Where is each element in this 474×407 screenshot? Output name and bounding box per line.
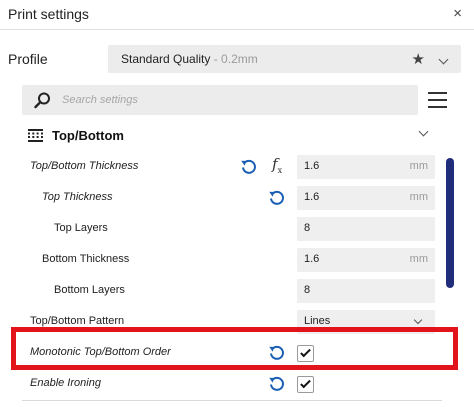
section-top-bottom[interactable]: Top/Bottom — [22, 122, 442, 150]
top-thickness-input[interactable]: 1.6 mm — [297, 186, 435, 210]
enable-ironing-checkbox[interactable] — [297, 376, 314, 393]
setting-label: Bottom Layers — [54, 284, 125, 296]
title-bar: Print settings × — [0, 0, 474, 30]
chevron-down-icon — [413, 315, 423, 325]
search-box[interactable] — [22, 85, 418, 115]
search-icon — [34, 92, 50, 109]
setting-label: Top Thickness — [42, 191, 113, 203]
list-divider — [22, 400, 442, 401]
search-input[interactable] — [62, 91, 402, 109]
star-icon[interactable]: ★ — [412, 50, 425, 68]
section-title: Top/Bottom — [52, 128, 124, 143]
reset-icon[interactable] — [240, 158, 258, 176]
profile-label: Profile — [8, 51, 48, 67]
profile-dropdown[interactable]: Standard Quality - 0.2mm ★ — [108, 45, 461, 73]
top-bottom-layers-icon — [28, 129, 43, 142]
profile-detail: - 0.2mm — [210, 52, 258, 66]
unit-label: mm — [409, 160, 428, 172]
setting-label: Bottom Thickness — [42, 253, 130, 265]
top-layers-input[interactable]: 8 — [297, 217, 435, 241]
close-icon[interactable]: × — [453, 5, 462, 22]
setting-label: Top Layers — [54, 222, 108, 234]
bottom-thickness-input[interactable]: 1.6 mm — [297, 248, 435, 272]
top-bottom-thickness-input[interactable]: 1.6 mm — [297, 155, 435, 179]
reset-icon[interactable] — [268, 375, 286, 393]
highlight-box — [11, 327, 458, 370]
chevron-down-icon — [418, 126, 429, 137]
chevron-down-icon — [438, 54, 449, 65]
checkmark-icon — [300, 377, 311, 389]
bottom-layers-input[interactable]: 8 — [297, 279, 435, 303]
setting-label: Enable Ironing — [30, 377, 101, 389]
unit-label: mm — [409, 191, 428, 203]
scrollbar-thumb[interactable] — [446, 158, 454, 288]
title-divider — [0, 29, 474, 30]
window-title: Print settings — [8, 6, 89, 22]
setting-label: Top/Bottom Thickness — [30, 160, 139, 172]
settings-menu-icon[interactable] — [428, 90, 448, 110]
reset-icon[interactable] — [268, 189, 286, 207]
setting-row-bottom-thickness: Bottom Thickness 1.6 mm — [0, 245, 440, 276]
formula-icon[interactable]: fx — [272, 155, 282, 175]
setting-row-top-layers: Top Layers 8 — [0, 214, 440, 245]
setting-row-bottom-layers: Bottom Layers 8 — [0, 276, 440, 307]
setting-row-enable-ironing: Enable Ironing — [0, 369, 440, 400]
setting-row-top-bottom-thickness: Top/Bottom Thickness fx 1.6 mm — [0, 152, 440, 183]
setting-label: Top/Bottom Pattern — [30, 315, 125, 327]
setting-row-top-thickness: Top Thickness 1.6 mm — [0, 183, 440, 214]
profile-value: Standard Quality - 0.2mm — [121, 52, 258, 66]
unit-label: mm — [409, 253, 428, 265]
